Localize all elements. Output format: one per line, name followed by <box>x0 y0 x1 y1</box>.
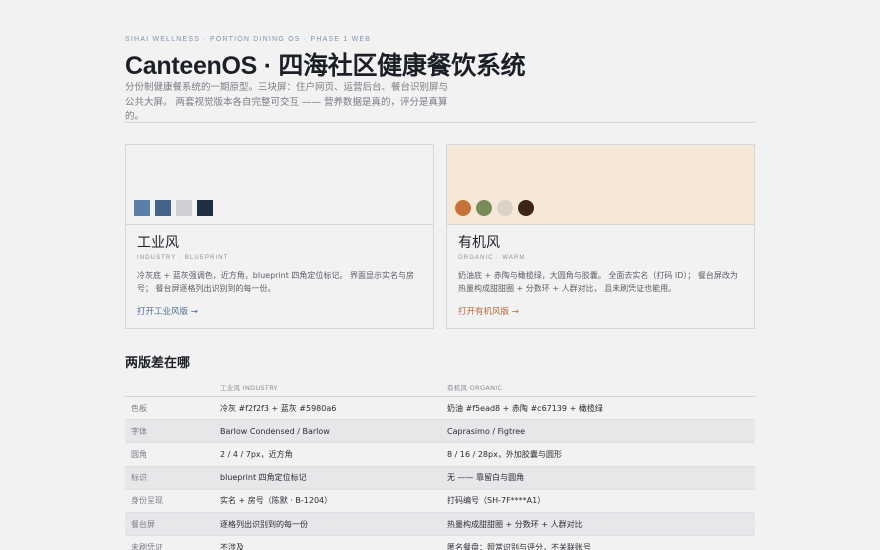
swatch-organic-4 <box>518 200 534 216</box>
card-industry-description: 冷灰底 + 蓝灰强调色，近方角，blueprint 四角定位标记。 界面显示实名… <box>137 271 414 293</box>
row-organic-value: Caprasimo / Figtree <box>447 426 526 436</box>
row-label: 色板 <box>131 403 147 413</box>
row-industry-value: Barlow Condensed / Barlow <box>220 426 330 436</box>
card-industry-subtitle: INDUSTRY · BLUEPRINT <box>137 255 229 261</box>
row-industry-value: 实名 + 房号（陈默 · B-1204） <box>220 496 333 506</box>
table-row: 未刷凭证 不涉及 匿名餐盘：照常识别与评分，不关联账号 <box>125 536 755 550</box>
swatch-industry-2 <box>155 200 171 216</box>
swatch-organic-1 <box>455 200 471 216</box>
row-label: 餐台屏 <box>131 519 155 529</box>
compare-section-title: 两版差在哪 <box>125 356 191 371</box>
row-label: 身份呈现 <box>131 496 163 506</box>
row-organic-value: 无 —— 靠留白与圆角 <box>447 473 525 483</box>
card-organic-body: 有机风 ORGANIC · WARM 奶油底 + 赤陶与橄榄绿，大圆角与胶囊。 … <box>447 234 754 295</box>
compare-table: 工业风 INDUSTRY 有机风 ORGANIC 色板 冷灰 #f2f2f3 +… <box>125 378 755 550</box>
card-organic-subtitle: ORGANIC · WARM <box>458 255 526 261</box>
row-label: 字体 <box>131 426 147 436</box>
table-row: 字体 Barlow Condensed / Barlow Caprasimo /… <box>125 420 755 444</box>
row-label: 未刷凭证 <box>131 542 163 550</box>
row-organic-value: 打码编号（SH-7F****A1） <box>447 496 546 506</box>
table-row: 圆角 2 / 4 / 7px，近方角 8 / 16 / 28px，外加胶囊与圆形 <box>125 443 755 467</box>
row-industry-value: 逐格列出识别到的每一份 <box>220 519 308 529</box>
card-industry: 工业风 INDUSTRY · BLUEPRINT 冷灰底 + 蓝灰强调色，近方角… <box>125 144 434 329</box>
card-industry-name: 工业风 <box>137 235 179 251</box>
card-organic: 有机风 ORGANIC · WARM 奶油底 + 赤陶与橄榄绿，大圆角与胶囊。 … <box>446 144 755 329</box>
organic-swatches <box>455 200 534 216</box>
row-organic-value: 热量构成甜甜圈 + 分数环 + 人群对比 <box>447 519 583 529</box>
row-industry-value: blueprint 四角定位标记 <box>220 473 307 483</box>
header-cell-industry: 工业风 INDUSTRY <box>220 384 278 392</box>
row-industry-value: 冷灰 #f2f2f3 + 蓝灰 #5980a6 <box>220 403 337 413</box>
row-label: 圆角 <box>131 449 147 459</box>
divider <box>125 122 755 123</box>
open-industry-link[interactable]: 打开工业风版 → <box>137 305 198 317</box>
compare-table-header: 工业风 INDUSTRY 有机风 ORGANIC <box>125 378 755 397</box>
eyebrow-text: SIHAI WELLNESS · PORTION DINING OS · PHA… <box>125 36 372 43</box>
swatch-organic-2 <box>476 200 492 216</box>
card-organic-name: 有机风 <box>458 235 500 251</box>
table-row: 标识 blueprint 四角定位标记 无 —— 靠留白与圆角 <box>125 466 755 490</box>
card-organic-description: 奶油底 + 赤陶与橄榄绿，大圆角与胶囊。 全面去实名（打码 ID）； 餐台屏改为… <box>458 271 738 293</box>
swatch-organic-3 <box>497 200 513 216</box>
row-organic-value: 奶油 #f5ead8 + 赤陶 #c67139 + 橄榄绿 <box>447 403 603 413</box>
row-industry-value: 2 / 4 / 7px，近方角 <box>220 449 293 459</box>
swatch-industry-1 <box>134 200 150 216</box>
card-industry-preview <box>126 145 433 225</box>
open-organic-link[interactable]: 打开有机风版 → <box>458 305 519 317</box>
swatch-industry-3 <box>176 200 192 216</box>
page-title: CanteenOS · 四海社区健康餐饮系统 <box>125 52 526 80</box>
industry-swatches <box>134 200 213 216</box>
table-row: 餐台屏 逐格列出识别到的每一份 热量构成甜甜圈 + 分数环 + 人群对比 <box>125 512 755 537</box>
header-cell-organic: 有机风 ORGANIC <box>447 384 503 392</box>
row-organic-value: 8 / 16 / 28px，外加胶囊与圆形 <box>447 449 562 459</box>
card-industry-body: 工业风 INDUSTRY · BLUEPRINT 冷灰底 + 蓝灰强调色，近方角… <box>126 234 433 295</box>
row-organic-value: 匿名餐盘：照常识别与评分，不关联账号 <box>447 542 591 550</box>
table-row: 色板 冷灰 #f2f2f3 + 蓝灰 #5980a6 奶油 #f5ead8 + … <box>125 397 755 421</box>
intro-text: 分份制健康餐系统的一期原型。三块屏：住户网页、运营后台、餐台识别屏与公共大屏。 … <box>125 82 449 122</box>
row-label: 标识 <box>131 473 147 483</box>
swatch-industry-4 <box>197 200 213 216</box>
row-industry-value: 不涉及 <box>220 542 244 550</box>
table-row: 身份呈现 实名 + 房号（陈默 · B-1204） 打码编号（SH-7F****… <box>125 490 755 513</box>
card-organic-preview <box>447 145 754 225</box>
